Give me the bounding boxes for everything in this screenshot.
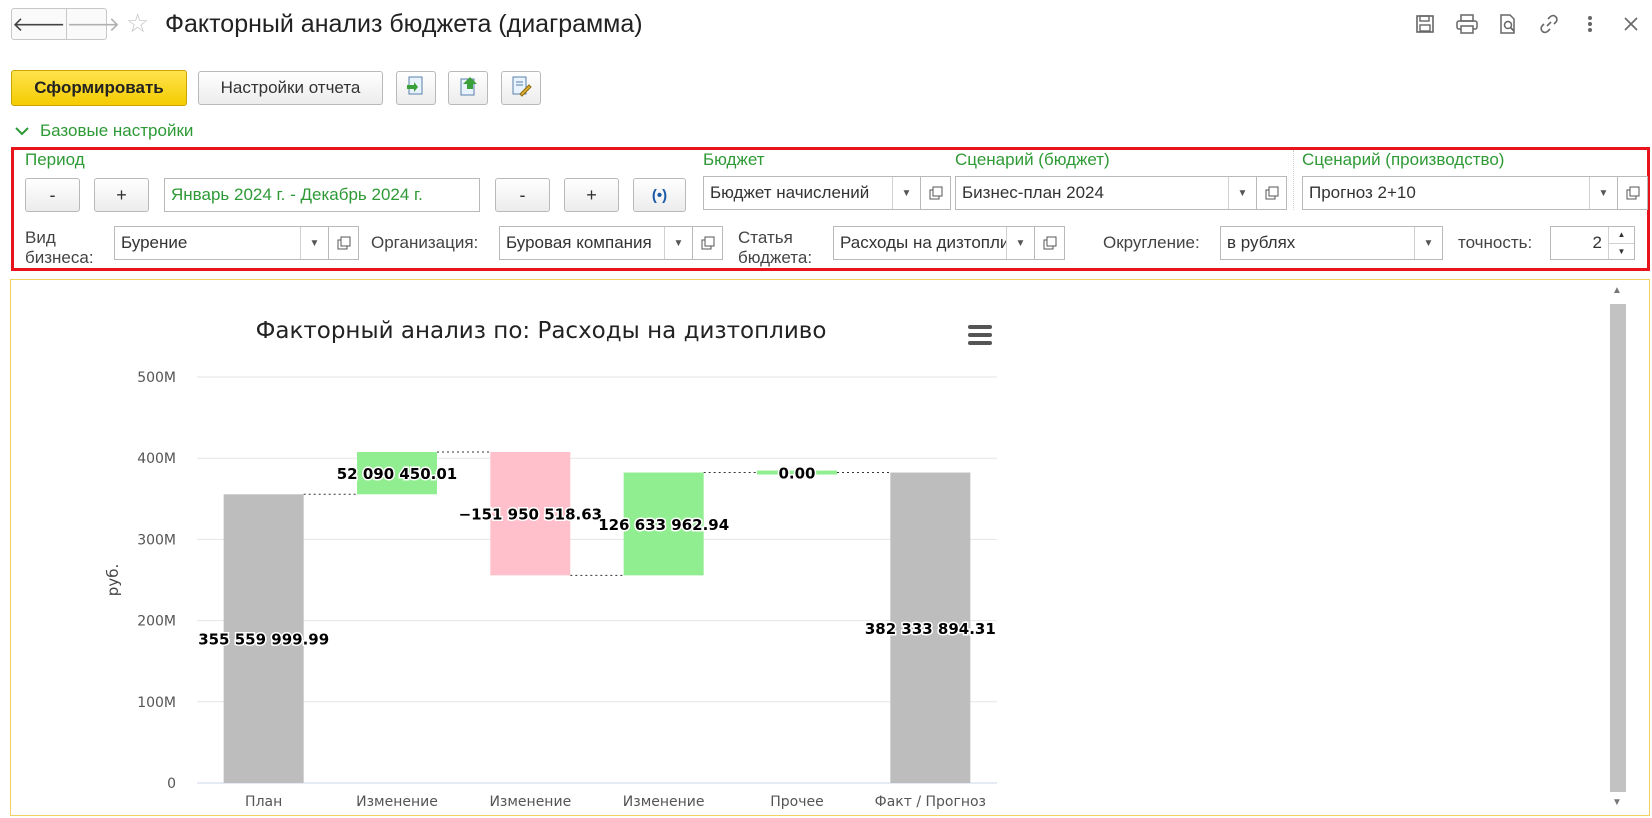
chart-menu-icon[interactable] [968,325,992,345]
x-tick-label: Изменение [489,794,571,810]
vertical-scrollbar[interactable]: ▲ ▼ [1607,282,1627,812]
x-tick-label: Прочее [770,794,823,810]
data-label: 355 559 999.99 [198,631,329,649]
y-tick-label: 300M [137,532,176,548]
scrollbar-thumb[interactable] [1610,304,1626,792]
y-tick-label: 100M [137,695,176,711]
data-label: 52 090 450.01 [337,465,458,483]
x-tick-label: План [245,794,282,810]
data-label: 0.00 [778,465,815,483]
data-label: 126 633 962.94 [598,516,729,534]
waterfall-chart: 0 100M 200M 300M 400M 500M 355 559 999.99 52 0… [104,318,997,810]
y-axis-label: руб. [104,564,122,596]
y-tick-label: 0 [167,776,176,792]
y-axis-ticks: 0 100M 200M 300M 400M 500M [137,370,176,792]
x-tick-label: Факт / Прогноз [875,794,986,810]
x-tick-label: Изменение [623,794,705,810]
data-label: 382 333 894.31 [865,620,996,638]
scroll-down-icon[interactable]: ▼ [1612,797,1622,808]
chart-bars [223,451,971,783]
chart-title: Факторный анализ по: Расходы на дизтопли… [256,318,827,344]
chart-grid [197,376,997,784]
y-tick-label: 500M [137,370,176,386]
x-tick-label: Изменение [356,794,438,810]
data-label: −151 950 518.63 [459,506,603,524]
y-tick-label: 400M [137,451,176,467]
scroll-up-icon[interactable]: ▲ [1612,285,1622,296]
x-axis-ticks: План Изменение Изменение Изменение Прочее Фак… [245,794,986,810]
y-tick-label: 200M [137,614,176,630]
